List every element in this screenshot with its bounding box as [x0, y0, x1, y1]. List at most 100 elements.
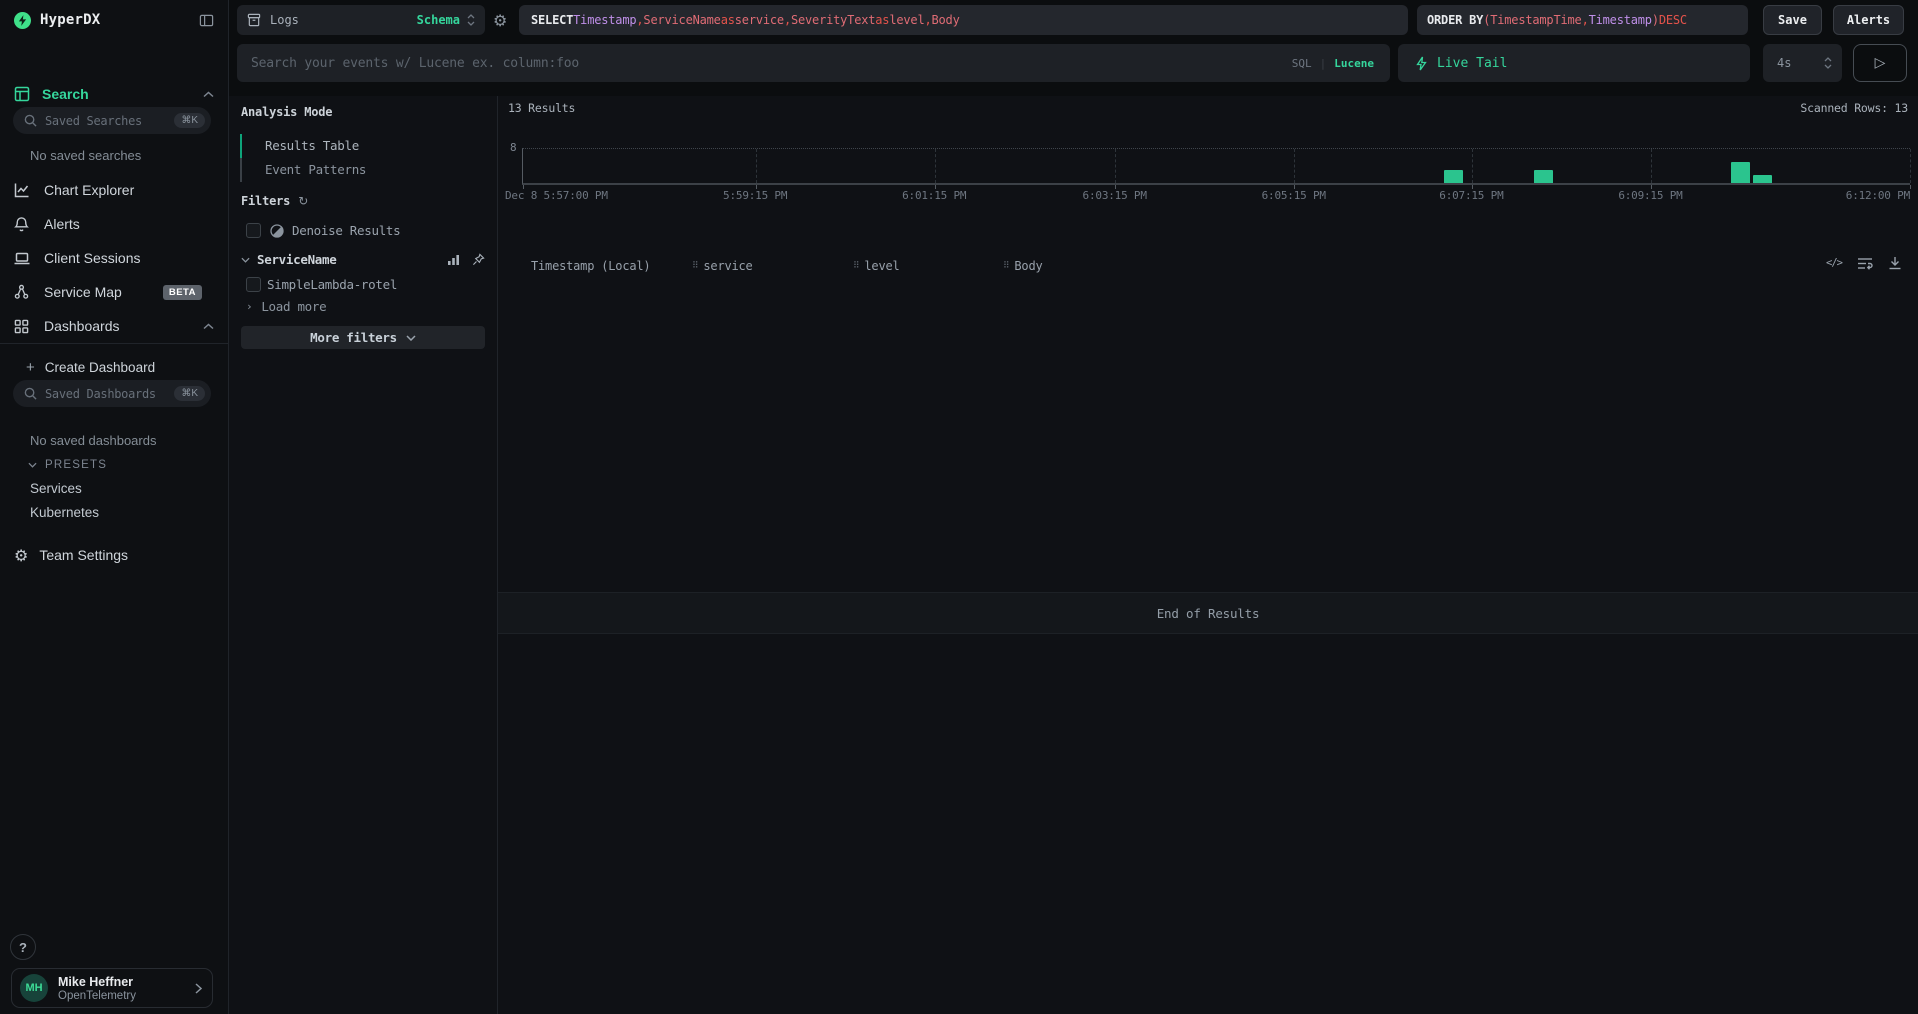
column-header-level[interactable]: ⠿level	[853, 259, 1003, 273]
select-chevrons-icon	[1824, 57, 1832, 69]
event-search-box[interactable]: SQL | Lucene	[237, 44, 1390, 82]
order-by-editor[interactable]: ORDER BY (TimestampTime, Timestamp) DESC	[1417, 5, 1748, 35]
refresh-interval-select[interactable]: 4s	[1763, 44, 1842, 82]
shortcut-badge: ⌘K	[174, 113, 205, 128]
source-settings-gear-icon[interactable]: ⚙	[493, 5, 507, 35]
x-axis-tick-label: 6:05:15 PM	[1262, 189, 1326, 202]
sessions-monitor-icon	[14, 251, 31, 266]
table-header: Timestamp (Local) ⠿service ⠿level ⠿Body	[498, 254, 1918, 278]
hyperdx-logo-icon	[14, 12, 31, 29]
query-token: as	[721, 13, 735, 27]
gridline	[1651, 149, 1652, 183]
sql-toggle[interactable]: SQL	[1292, 57, 1312, 70]
saved-dashboards-input[interactable]: Saved Dashboards ⌘K	[13, 380, 211, 407]
sql-select-editor[interactable]: SELECT Timestamp, ServiceName as service…	[519, 5, 1408, 35]
presets-section-toggle[interactable]: PRESETS	[28, 459, 107, 471]
drag-handle-icon[interactable]: ⠿	[853, 261, 859, 271]
sidebar-item-search[interactable]: Search	[0, 78, 228, 110]
sidebar-item-chart-explorer[interactable]: Chart Explorer	[0, 173, 228, 207]
save-button[interactable]: Save	[1763, 5, 1822, 35]
denoise-checkbox[interactable]	[246, 223, 261, 238]
filters-title: Filters↻	[241, 194, 308, 208]
source-label: Logs	[270, 13, 299, 27]
alerts-button[interactable]: Alerts	[1833, 5, 1904, 35]
sidebar-collapse-icon[interactable]	[199, 13, 214, 28]
sidebar-item-dashboards[interactable]: Dashboards	[0, 309, 228, 343]
help-button[interactable]: ?	[10, 934, 36, 960]
language-toggle: SQL | Lucene	[1292, 57, 1390, 70]
sidebar-item-alerts[interactable]: Alerts	[0, 207, 228, 241]
gridline	[1472, 149, 1473, 183]
load-more-button[interactable]: › Load more	[246, 298, 326, 314]
saved-searches-placeholder: Saved Searches	[45, 114, 142, 128]
search-input[interactable]	[237, 56, 1292, 71]
x-axis-labels: Dec 8 5:57:00 PM5:59:15 PM6:01:15 PM6:03…	[522, 189, 1910, 203]
chart-bars-icon[interactable]	[447, 253, 461, 266]
query-token: ,	[784, 13, 791, 27]
sidebar-divider	[0, 343, 228, 344]
user-org: OpenTelemetry	[58, 990, 136, 1002]
search-icon	[24, 114, 37, 127]
query-token: SeverityText	[791, 13, 875, 27]
filter-value-row: SimpleLambda-rotel	[246, 276, 487, 293]
more-filters-button[interactable]: More filters	[241, 326, 485, 349]
histogram-bar[interactable]	[1753, 175, 1772, 184]
results-histogram[interactable]: 8 Dec 8 5:57:00 PM5:59:15 PM6:01:15 PM6:…	[508, 126, 1910, 246]
create-dashboard-button[interactable]: + Create Dashboard	[0, 355, 228, 379]
live-tail-button[interactable]: Live Tail	[1398, 44, 1750, 82]
brand-title: HyperDX	[40, 12, 100, 28]
query-token: ServiceName	[643, 13, 720, 27]
select-chevrons-icon	[467, 14, 475, 26]
denoise-label: Denoise Results	[292, 223, 400, 238]
results-panel: 13 Results Scanned Rows: 13 8 Dec 8 5:57…	[498, 96, 1918, 1014]
sidebar-item-label: Service Map	[44, 284, 122, 300]
play-button[interactable]: ▷	[1853, 44, 1907, 82]
mode-event-patterns[interactable]: Event Patterns	[240, 158, 489, 182]
chevron-down-icon	[241, 257, 250, 263]
saved-searches-input[interactable]: Saved Searches ⌘K	[13, 107, 211, 134]
column-header-service[interactable]: ⠿service	[692, 259, 853, 273]
query-token: Timestamp	[573, 13, 636, 27]
chevron-up-icon[interactable]	[203, 323, 214, 330]
histogram-bar[interactable]	[1534, 170, 1553, 183]
filter-group-icons	[447, 253, 485, 266]
sidebar-nav: Chart Explorer Alerts Client Sessions Se…	[0, 173, 228, 343]
drag-handle-icon[interactable]: ⠿	[692, 261, 698, 271]
lucene-toggle[interactable]: Lucene	[1334, 57, 1374, 70]
preset-item-kubernetes[interactable]: Kubernetes	[30, 505, 99, 520]
scanned-rows: Scanned Rows: 13	[1800, 101, 1908, 115]
query-token: level	[889, 13, 924, 27]
source-select[interactable]: Logs Schema	[237, 5, 485, 35]
sidebar-item-team-settings[interactable]: ⚙ Team Settings	[0, 543, 228, 567]
query-token: ,	[924, 13, 931, 27]
sidebar-item-service-map[interactable]: Service Map BETA	[0, 275, 228, 309]
pin-icon[interactable]	[472, 253, 485, 266]
user-card[interactable]: MH Mike Heffner OpenTelemetry	[11, 968, 213, 1008]
mode-results-table[interactable]: Results Table	[240, 134, 489, 158]
column-header-timestamp[interactable]: Timestamp (Local)	[531, 259, 692, 273]
no-saved-searches-text: No saved searches	[30, 148, 141, 163]
sidebar-item-client-sessions[interactable]: Client Sessions	[0, 241, 228, 275]
refresh-icon[interactable]: ↻	[298, 194, 308, 208]
chevron-up-icon[interactable]	[203, 91, 214, 98]
query-token: ORDER BY	[1427, 13, 1483, 27]
denoise-contrast-icon	[270, 224, 284, 238]
histogram-bar[interactable]	[1444, 170, 1463, 183]
source-box-icon	[247, 13, 261, 27]
query-token: ,	[636, 13, 643, 27]
team-settings-label: Team Settings	[39, 547, 128, 563]
query-token: DESC	[1659, 13, 1687, 27]
histogram-plot-area[interactable]	[522, 148, 1910, 185]
column-header-body[interactable]: ⠿Body	[1003, 259, 1918, 273]
preset-item-services[interactable]: Services	[30, 481, 82, 496]
histogram-bar[interactable]	[1731, 162, 1750, 183]
x-axis-tick-label: 6:07:15 PM	[1439, 189, 1503, 202]
sidebar-item-label: Client Sessions	[44, 250, 141, 266]
dashboards-icon	[14, 319, 31, 334]
sidebar-item-label: Search	[42, 86, 89, 102]
filter-group-servicename[interactable]: ServiceName	[241, 251, 485, 268]
filter-value-checkbox[interactable]	[246, 277, 261, 292]
filter-group-name: ServiceName	[257, 252, 336, 267]
query-token: as	[875, 13, 889, 27]
drag-handle-icon[interactable]: ⠿	[1003, 261, 1009, 271]
